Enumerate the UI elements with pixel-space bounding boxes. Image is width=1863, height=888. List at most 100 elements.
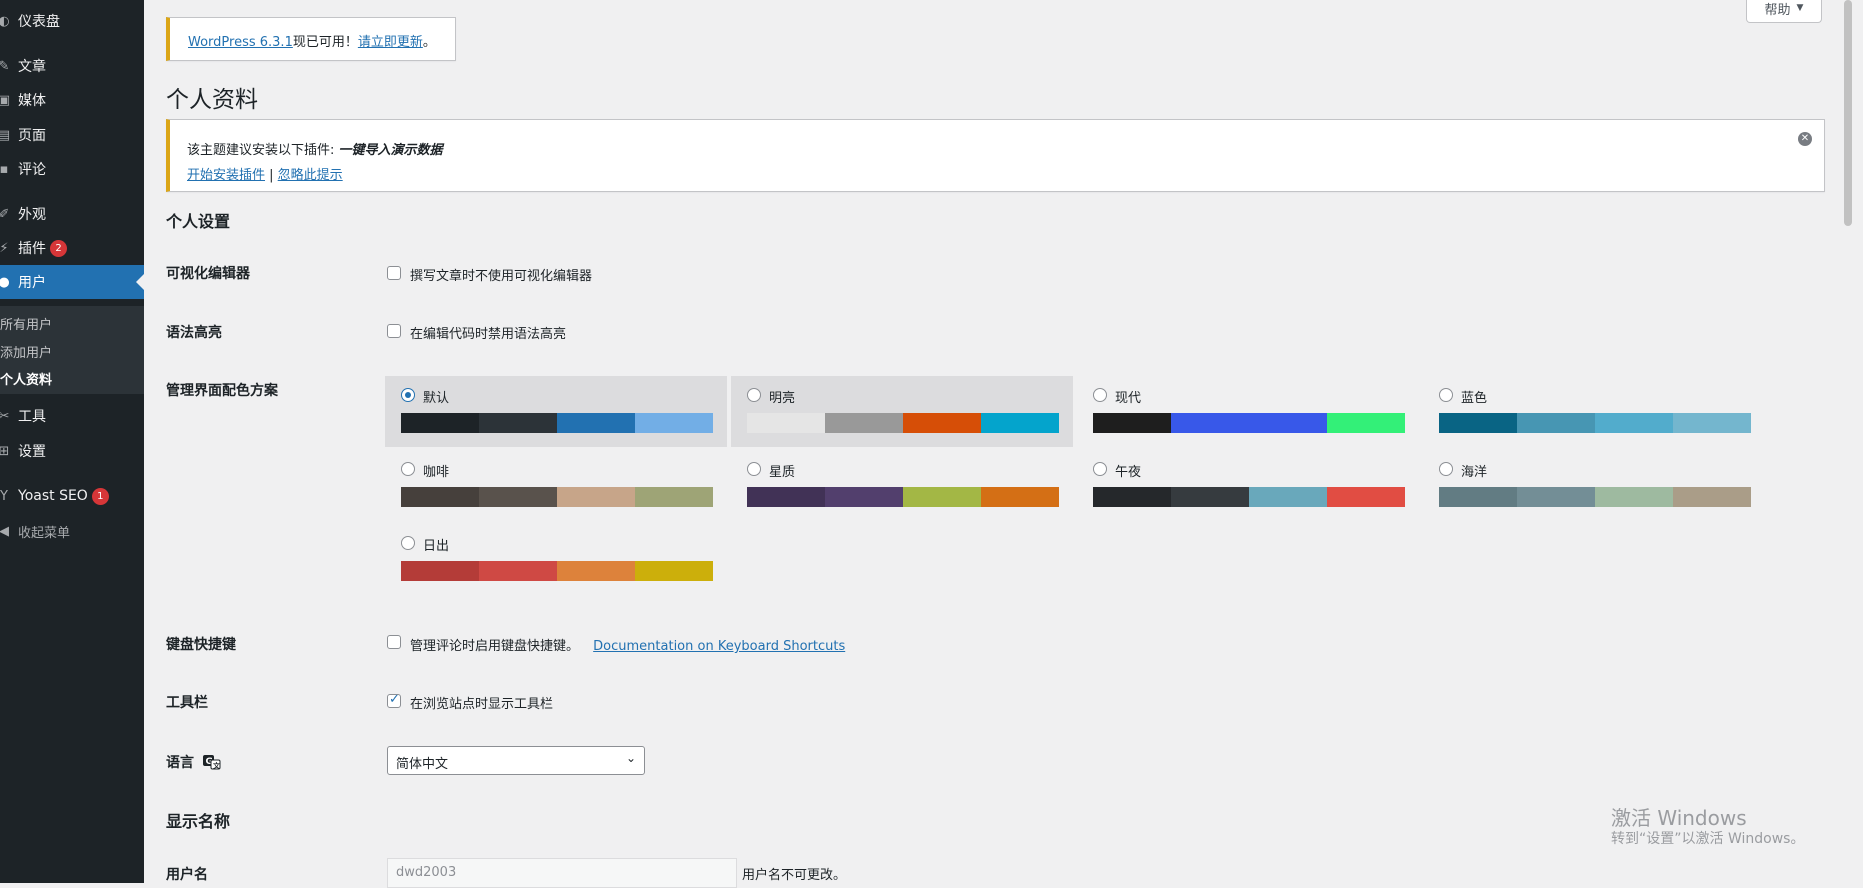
sidebar-item-page[interactable]: ▤ 页面 xyxy=(0,118,144,152)
color-scheme-option[interactable]: 午夜 xyxy=(1077,450,1419,521)
color-swatch xyxy=(635,487,713,507)
color-scheme-name: 日出 xyxy=(423,539,450,554)
keyboard-shortcuts-doc-link[interactable]: Documentation on Keyboard Shortcuts xyxy=(593,639,845,654)
color-swatch xyxy=(1249,487,1327,507)
visual-editor-option: 撰写文章时不使用可视化编辑器 xyxy=(410,269,593,284)
color-swatch xyxy=(747,487,825,507)
color-swatch xyxy=(1093,487,1171,507)
color-scheme-option[interactable]: 明亮 xyxy=(731,376,1073,447)
keyboard-shortcuts-checkbox[interactable] xyxy=(387,635,401,649)
sidebar-item-label: 仪表盘 xyxy=(18,14,60,30)
sidebar-item-settings[interactable]: ⊞ 设置 xyxy=(0,434,144,468)
color-swatch xyxy=(479,413,557,433)
plugin-name: 一键导入演示数据 xyxy=(338,143,443,158)
language-select[interactable]: 简体中文 ⌄ xyxy=(387,746,645,775)
dismiss-icon[interactable]: ✕ xyxy=(1798,132,1812,146)
color-swatch xyxy=(401,561,479,581)
windows-activation-text: 转到“设置”以激活 Windows。 xyxy=(1611,831,1805,847)
color-scheme-option[interactable]: 蓝色 xyxy=(1423,376,1765,447)
toolbar-option: 在浏览站点时显示工具栏 xyxy=(410,697,554,712)
color-scheme-radio[interactable] xyxy=(1439,462,1453,476)
color-scheme-option[interactable]: 日出 xyxy=(385,524,727,595)
dashboard-icon: ◐ xyxy=(0,13,10,29)
language-select-value: 简体中文 xyxy=(396,757,449,772)
keyboard-shortcuts-label: 键盘快捷键 xyxy=(166,637,236,653)
username-label: 用户名 xyxy=(166,867,208,883)
submenu-item[interactable]: 个人资料 xyxy=(0,369,52,388)
dismiss-notice-link[interactable]: 忽略此提示 xyxy=(278,168,343,183)
color-swatch xyxy=(635,561,713,581)
color-scheme-option[interactable]: 海洋 xyxy=(1423,450,1765,521)
chevron-down-icon: ⌄ xyxy=(625,751,636,765)
color-swatches xyxy=(1439,487,1751,507)
submenu-item[interactable]: 添加用户 xyxy=(0,342,52,361)
plugin-notice-prefix: 该主题建议安装以下插件: xyxy=(187,143,339,158)
wordpress-version-link[interactable]: WordPress 6.3.1 xyxy=(188,35,293,50)
collapse-icon: ◀ xyxy=(0,523,9,539)
sidebar-item-label: 收起菜单 xyxy=(18,525,71,541)
color-scheme-option[interactable]: 现代 xyxy=(1077,376,1419,447)
color-swatch xyxy=(903,413,981,433)
submenu-item[interactable]: 所有用户 xyxy=(0,314,52,333)
color-swatch xyxy=(747,413,825,433)
sidebar-item-label: 插件 xyxy=(18,241,46,257)
color-scheme-name: 海洋 xyxy=(1461,465,1488,480)
syntax-highlight-label: 语法高亮 xyxy=(166,325,222,341)
color-swatch xyxy=(479,561,557,581)
update-count-badge: 2 xyxy=(50,239,67,257)
update-count-badge: 1 xyxy=(91,487,109,505)
color-swatch xyxy=(1439,487,1517,507)
visual-editor-checkbox[interactable] xyxy=(387,266,401,280)
plugin-icon: ⚡ xyxy=(0,240,9,256)
color-swatch xyxy=(825,413,903,433)
sidebar-item-pin[interactable]: ✎ 文章 xyxy=(0,49,144,83)
color-scheme-option[interactable]: 咖啡 xyxy=(385,450,727,521)
sidebar-item-label: Yoast SEO xyxy=(18,488,88,504)
color-scheme-option[interactable]: 默认 xyxy=(385,376,727,447)
sidebar-item-label: 工具 xyxy=(18,409,46,425)
color-scheme-radio[interactable] xyxy=(1093,388,1107,402)
update-notice: WordPress 6.3.1现已可用！请立即更新。 xyxy=(166,17,456,61)
color-scheme-radio[interactable] xyxy=(401,536,415,550)
settings-icon: ⊞ xyxy=(0,443,10,459)
sidebar-item-comment[interactable]: ▪ 评论 xyxy=(0,152,144,186)
sidebar-item-plugin[interactable]: ⚡ 插件 2 xyxy=(0,231,144,265)
username-field: dwd2003 xyxy=(387,858,737,888)
color-swatch xyxy=(479,487,557,507)
color-swatches xyxy=(1093,413,1405,433)
color-scheme-name: 咖啡 xyxy=(423,465,450,480)
install-plugin-link[interactable]: 开始安装插件 xyxy=(187,168,265,183)
sidebar-item-dashboard[interactable]: ◐ 仪表盘 xyxy=(0,4,144,38)
color-scheme-radio[interactable] xyxy=(401,388,415,402)
color-scheme-radio[interactable] xyxy=(1093,462,1107,476)
color-swatch xyxy=(557,561,635,581)
sidebar-item-label: 文章 xyxy=(18,59,46,75)
color-scheme-radio[interactable] xyxy=(1439,388,1453,402)
color-swatch xyxy=(1327,413,1405,433)
color-scheme-radio[interactable] xyxy=(747,388,761,402)
toolbar-checkbox[interactable] xyxy=(387,692,401,708)
color-swatch xyxy=(1673,487,1751,507)
sidebar-item-appearance[interactable]: ✐ 外观 xyxy=(0,197,144,231)
color-scheme-radio[interactable] xyxy=(747,462,761,476)
sidebar-item-media[interactable]: ▣ 媒体 xyxy=(0,83,144,117)
color-swatch xyxy=(401,487,479,507)
help-tab-button[interactable]: 帮助 ▼ xyxy=(1746,0,1822,23)
chevron-down-icon: ▼ xyxy=(1796,3,1804,13)
tools-icon: ✂ xyxy=(0,408,10,424)
pin-icon: ✎ xyxy=(0,58,10,74)
sidebar-item-yoast[interactable]: Y Yoast SEO 1 xyxy=(0,479,144,513)
scrollbar[interactable] xyxy=(1844,0,1852,226)
sidebar-item-label: 外观 xyxy=(18,207,46,223)
windows-activation-title: 激活 Windows xyxy=(1611,806,1747,830)
color-swatch xyxy=(903,487,981,507)
sidebar-item-tools[interactable]: ✂ 工具 xyxy=(0,399,144,433)
color-scheme-name: 默认 xyxy=(423,391,450,406)
color-scheme-radio[interactable] xyxy=(401,462,415,476)
color-swatch xyxy=(1517,413,1595,433)
update-now-link[interactable]: 请立即更新 xyxy=(358,35,423,50)
syntax-highlight-checkbox[interactable] xyxy=(387,324,401,338)
sidebar-item-users[interactable]: ● 用户 xyxy=(0,265,144,299)
sidebar-item-collapse[interactable]: ◀ 收起菜单 xyxy=(0,514,144,548)
color-scheme-option[interactable]: 星质 xyxy=(731,450,1073,521)
